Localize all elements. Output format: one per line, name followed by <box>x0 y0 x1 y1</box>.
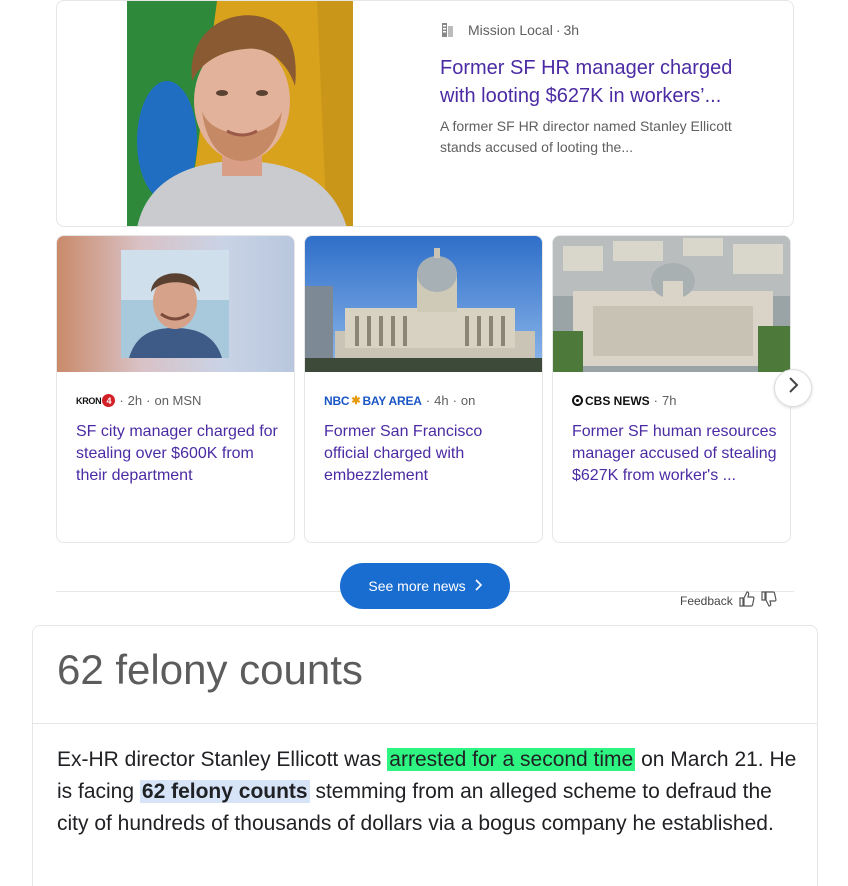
news-card-kron[interactable]: KRON 4 · 2h · on MSN SF city manager char… <box>56 235 295 543</box>
news-card-via: on MSN <box>154 393 202 408</box>
nbc-logo-right: BAY AREA <box>362 393 422 408</box>
top-story-source: Mission Local · 3h <box>440 22 579 38</box>
news-card-title[interactable]: Former San Francisco official charged wi… <box>324 421 529 487</box>
highlight-green: arrested for a second time <box>387 748 636 771</box>
nbc-bay-area-logo[interactable]: NBC ✱ BAY AREA <box>324 394 422 408</box>
feedback-label[interactable]: Feedback <box>680 594 733 608</box>
news-card-meta: NBC ✱ BAY AREA · 4h · on <box>324 393 475 408</box>
thumbs-up-icon[interactable] <box>733 591 755 610</box>
kron-logo[interactable]: KRON 4 <box>76 394 116 407</box>
news-card-thumbnail[interactable] <box>57 236 294 372</box>
news-card-nbc[interactable]: NBC ✱ BAY AREA · 4h · on Former San Franci… <box>304 235 543 543</box>
divider <box>33 723 817 724</box>
top-story-snippet: A former SF HR director named Stanley El… <box>440 118 732 155</box>
answer-text: Ex-HR director Stanley Ellicott was <box>57 748 382 771</box>
separator: · <box>119 393 124 408</box>
separator: · <box>452 393 457 408</box>
top-story-card[interactable]: Mission Local · 3h Former SF HR manager … <box>56 0 794 227</box>
answer-body: Ex-HR director Stanley Ellicott was arre… <box>57 744 797 840</box>
chevron-right-icon <box>474 578 482 594</box>
cbs-eye-icon <box>572 395 583 406</box>
cbs-logo-text: CBS NEWS <box>585 393 650 408</box>
top-story-age: 3h <box>563 22 580 38</box>
carousel-next-button[interactable] <box>774 369 812 407</box>
mission-local-icon <box>440 22 456 38</box>
feedback-area: Feedback <box>680 591 777 610</box>
see-more-news-label: See more news <box>368 578 466 594</box>
news-card-age: 7h <box>662 393 677 408</box>
nbc-logo-left: NBC <box>324 393 350 408</box>
see-more-news-button[interactable]: See more news <box>340 563 510 609</box>
chevron-right-icon <box>787 376 799 400</box>
top-story-title[interactable]: Former SF HR manager charged with lootin… <box>440 54 770 110</box>
news-card-meta: CBS NEWS · 7h <box>572 393 676 408</box>
thumbs-down-icon[interactable] <box>755 591 777 610</box>
news-card-thumbnail[interactable] <box>553 236 790 372</box>
news-card-cbs[interactable]: CBS NEWS · 7h Former SF human resources … <box>552 235 791 543</box>
answer-title: 62 felony counts <box>57 646 363 693</box>
top-story-image[interactable] <box>127 1 353 226</box>
top-story-source-name[interactable]: Mission Local <box>468 22 553 38</box>
news-card-thumbnail[interactable] <box>305 236 542 372</box>
answer-card: 62 felony counts Ex-HR director Stanley … <box>32 625 818 886</box>
news-card-via: on <box>460 393 476 408</box>
news-card-meta: KRON 4 · 2h · on MSN <box>76 393 201 408</box>
news-card-title[interactable]: SF city manager charged for stealing ove… <box>76 421 281 487</box>
kron-logo-text: KRON <box>76 395 102 406</box>
separator: · <box>425 393 431 408</box>
kron-logo-number: 4 <box>102 394 116 407</box>
cbs-news-logo[interactable]: CBS NEWS <box>572 394 650 408</box>
separator: · <box>555 22 561 38</box>
separator: · <box>653 393 659 408</box>
news-card-age: 4h <box>434 393 449 408</box>
news-card-age: 2h <box>127 393 143 408</box>
separator: · <box>146 393 151 408</box>
news-card-title[interactable]: Former SF human resources manager accuse… <box>572 421 777 487</box>
peacock-icon: ✱ <box>351 395 361 407</box>
highlight-blue: 62 felony counts <box>139 780 310 803</box>
